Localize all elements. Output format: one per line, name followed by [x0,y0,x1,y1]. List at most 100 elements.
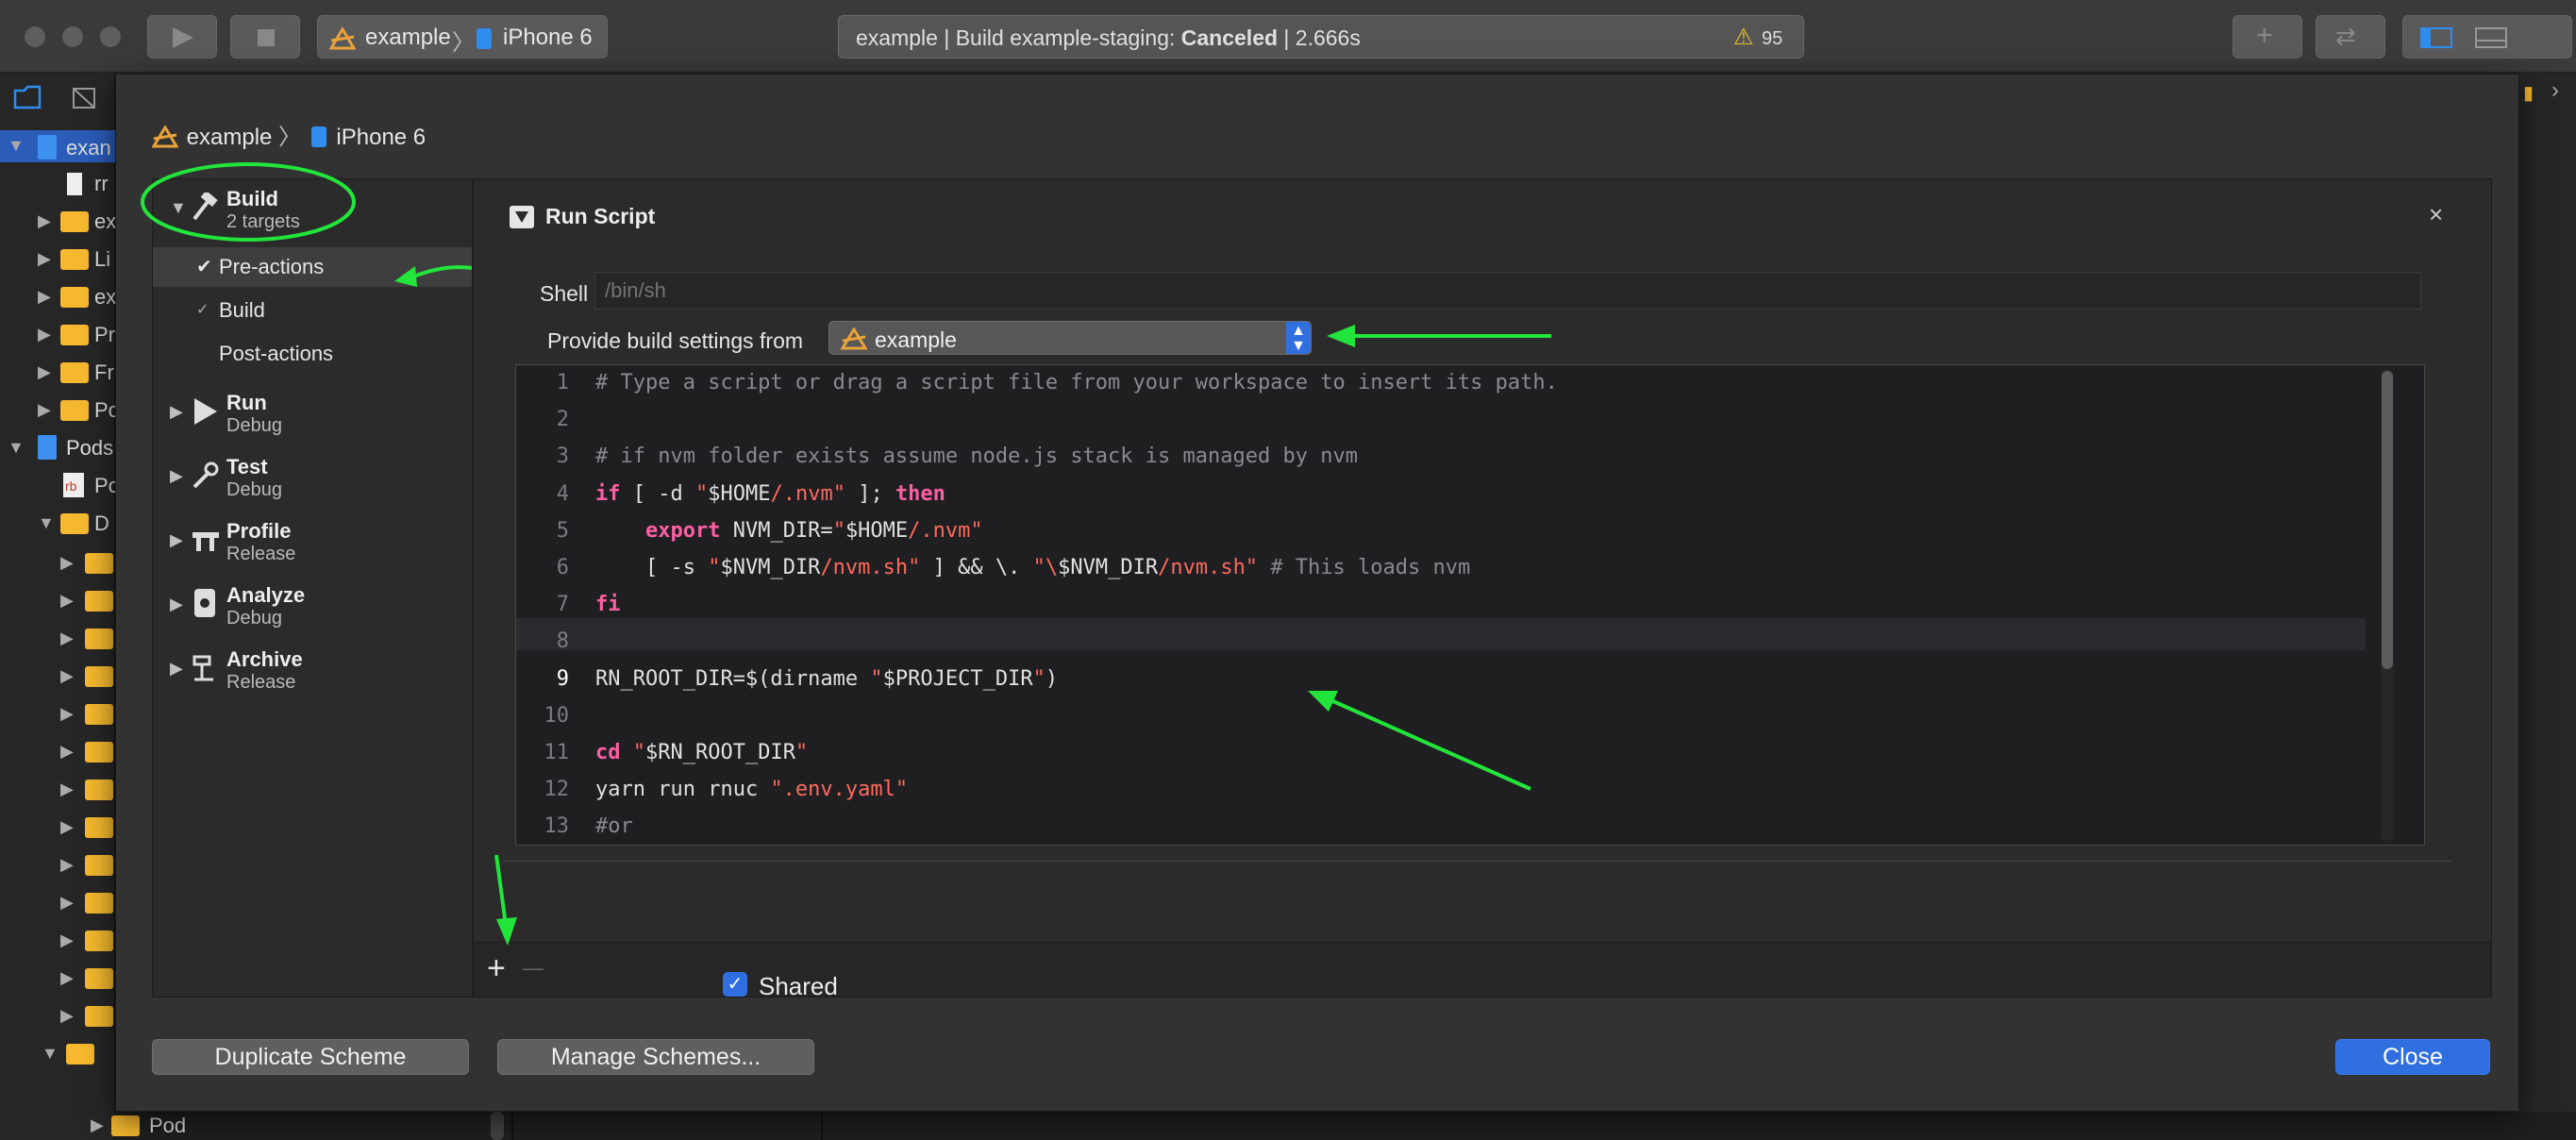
nav-item-label[interactable]: exan [66,136,111,160]
close-button[interactable]: Close [2335,1039,2490,1075]
nav-item-label[interactable]: Pods [66,436,113,461]
folder-icon [85,855,113,876]
disclosure-open-icon[interactable]: ▼ [38,513,55,533]
disclosure-closed-icon[interactable]: ▶ [170,530,183,550]
disclosure-closed-icon[interactable]: ▶ [170,466,183,486]
phase-post-actions[interactable]: Post-actions [153,334,472,374]
window-toolbar: example 〉 iPhone 6 example | Build examp… [0,0,2576,74]
nav-item-label[interactable]: rr [94,172,109,196]
close-window-button[interactable] [25,26,45,47]
breadcrumb-project[interactable]: example [187,125,273,150]
disclosure-closed-icon[interactable]: ▶ [60,591,74,611]
manage-schemes-button[interactable]: Manage Schemes... [497,1039,814,1075]
provide-settings-popup[interactable]: example ▲ ▼ [828,321,1312,355]
disclosure-open-icon[interactable]: ▼ [170,198,187,218]
shell-label: Shell [540,281,589,306]
action-archive[interactable]: ▶ Archive Release [153,640,472,702]
breadcrumb-device[interactable]: iPhone 6 [336,125,426,150]
action-name: Run [226,391,267,414]
chevron-right-icon[interactable]: › [2551,77,2559,104]
disclosure-open-icon[interactable]: ▼ [8,136,25,156]
code-review-button[interactable]: ⇄ [2316,15,2385,59]
code-scrollbar-thumb[interactable] [2382,371,2393,669]
code-line: # if nvm folder exists assume node.js st… [595,444,1358,469]
disclosure-closed-icon[interactable]: ▶ [60,704,74,724]
duplicate-scheme-button[interactable]: Duplicate Scheme [152,1039,469,1075]
disclosure-open-icon[interactable]: ▼ [8,438,25,458]
disclosure-closed-icon[interactable]: ▶ [60,553,74,573]
source-control-icon[interactable] [72,87,96,109]
warning-count[interactable]: 95 [1762,28,1782,50]
disclosure-closed-icon[interactable]: ▶ [60,780,74,799]
disclosure-closed-icon[interactable]: ▶ [170,595,183,614]
nav-item-label[interactable]: D [94,511,109,536]
action-build[interactable]: ▼ Build 2 targets [153,179,472,240]
action-config: Debug [226,415,282,436]
folder-icon [85,930,113,951]
disclosure-closed-icon[interactable]: ▶ [60,742,74,762]
debug-area-toggle-icon[interactable] [2475,27,2507,48]
nav-item-label[interactable]: Li [94,247,110,272]
action-test[interactable]: ▶ Test Debug [153,447,472,510]
navigator-toggle-icon[interactable] [2420,27,2452,48]
disclosure-closed-icon[interactable]: ▶ [38,249,51,269]
folder-icon [85,780,113,800]
disclosure-open-icon[interactable]: ▼ [42,1044,59,1064]
zoom-window-button[interactable] [100,26,121,47]
disclosure-closed-icon[interactable]: ▶ [60,930,74,950]
action-name: Build [226,187,278,210]
action-analyze[interactable]: ▶ Analyze Debug [153,576,472,638]
nav-item-label[interactable]: Fr [94,360,114,385]
disclosure-closed-icon[interactable]: ▶ [60,855,74,875]
add-action-button[interactable]: + [487,950,506,987]
line-number: 3 [556,444,569,469]
disclosure-closed-icon[interactable]: ▶ [170,402,183,422]
line-number: 5 [556,518,569,543]
phase-build[interactable]: ✓ Build [153,291,472,330]
disclosure-closed-icon[interactable]: ▶ [38,211,51,231]
analyze-icon [194,589,215,617]
folder-icon [60,325,89,345]
nav-item-label[interactable]: Pod [149,1114,186,1138]
action-config: Debug [226,608,282,629]
folder-icon [60,513,89,534]
warning-icon: ⚠ [1733,25,1754,50]
collapse-toggle-icon[interactable] [510,206,534,228]
disclosure-closed-icon[interactable]: ▶ [38,362,51,382]
background-scrollbar[interactable] [491,1112,504,1140]
folder-icon [85,817,113,838]
remove-action-button[interactable]: — [523,956,544,981]
iphone-device-icon [477,28,492,49]
disclosure-closed-icon[interactable]: ▶ [38,400,51,420]
run-button[interactable] [147,15,217,59]
close-icon[interactable]: × [2429,200,2443,229]
play-icon [173,27,193,48]
shell-field[interactable] [594,272,2421,310]
disclosure-closed-icon[interactable]: ▶ [60,629,74,648]
svg-text:rb: rb [65,478,77,494]
phase-pre-actions[interactable]: ✔ Pre-actions [153,247,472,287]
scheme-selector[interactable]: example 〉 iPhone 6 [317,15,608,59]
line-number: 2 [556,408,569,432]
disclosure-closed-icon[interactable]: ▶ [60,968,74,988]
script-code-editor[interactable]: 1 # Type a script or drag a script file f… [515,364,2425,846]
shared-checkbox[interactable]: ✓ [723,972,747,997]
folder-navigator-icon[interactable] [13,85,42,109]
stop-button[interactable] [230,15,300,59]
library-button[interactable]: + [2233,15,2302,59]
disclosure-closed-icon[interactable]: ▶ [60,893,74,913]
minimize-window-button[interactable] [62,26,83,47]
disclosure-closed-icon[interactable]: ▶ [60,817,74,837]
disclosure-closed-icon[interactable]: ▶ [60,1006,74,1026]
disclosure-closed-icon[interactable]: ▶ [38,325,51,344]
nested-folder-rows: ▶ ▶ ▶ ▶ ▶ ▶ ▶ ▶ ▶ ▶ ▶ ▶ ▶ ▼ [42,551,117,1080]
disclosure-closed-icon[interactable]: ▶ [170,659,183,679]
nav-item-label[interactable]: Pr [94,323,115,347]
disclosure-closed-icon[interactable]: ▶ [38,287,51,307]
disclosure-closed-icon[interactable]: ▶ [91,1115,104,1135]
action-profile[interactable]: ▶ Profile Release [153,511,472,574]
nav-item-label[interactable]: ex [94,285,116,310]
disclosure-closed-icon[interactable]: ▶ [60,666,74,686]
action-run[interactable]: ▶ Run Debug [153,383,472,445]
nav-item-label[interactable]: ex [94,210,116,234]
